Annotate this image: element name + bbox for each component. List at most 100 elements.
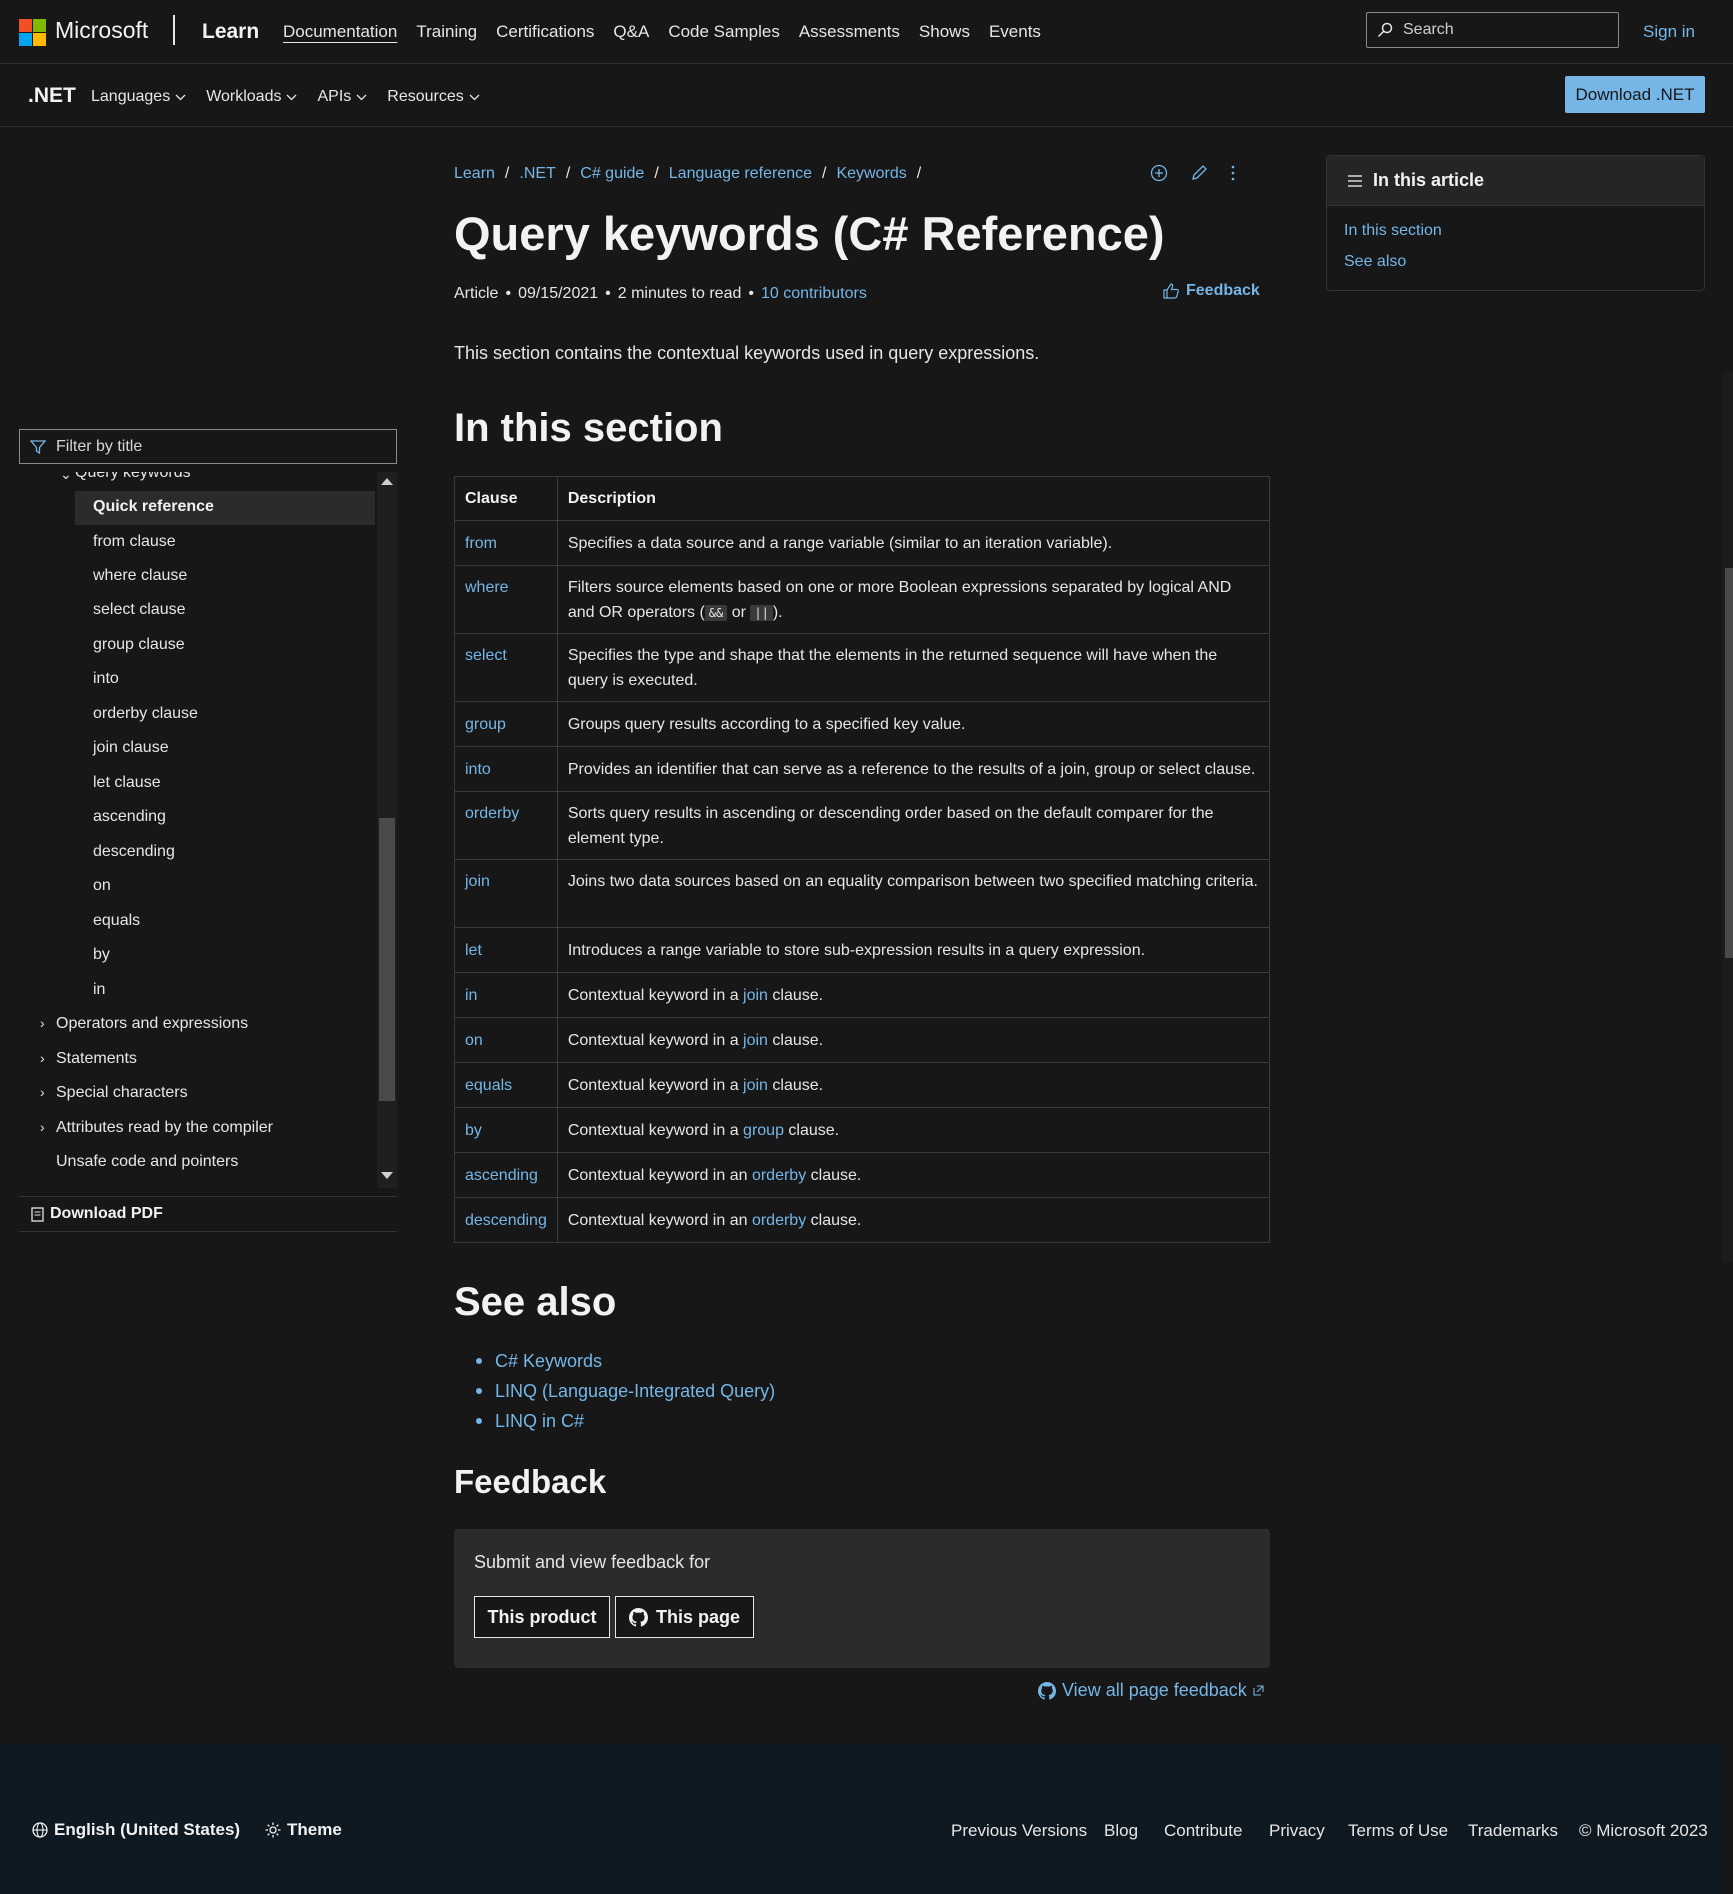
chevron-right-icon[interactable]: ›	[40, 1119, 45, 1135]
nav-assessments[interactable]: Assessments	[799, 22, 900, 42]
inline-link[interactable]: join	[743, 1032, 768, 1049]
feedback-this-product-button[interactable]: This product	[474, 1596, 610, 1638]
clause-link[interactable]: select	[454, 633, 558, 702]
theme-selector[interactable]: Theme	[265, 1820, 342, 1840]
clause-link[interactable]: by	[454, 1107, 558, 1153]
see-also-link-linq[interactable]: LINQ (Language-Integrated Query)	[495, 1381, 775, 1402]
toc-item-query-keywords[interactable]: Query keywords	[75, 472, 191, 482]
nav-certifications[interactable]: Certifications	[496, 22, 594, 42]
page-scrollbar-thumb[interactable]	[1725, 568, 1733, 958]
footer-link-terms[interactable]: Terms of Use	[1348, 1821, 1448, 1841]
clause-link[interactable]: equals	[454, 1062, 558, 1108]
more-vertical-icon[interactable]	[1230, 164, 1236, 182]
view-all-feedback-link[interactable]: View all page feedback	[1038, 1680, 1264, 1701]
scroll-up-arrow-icon[interactable]	[381, 478, 393, 485]
menu-resources[interactable]: Resources	[387, 88, 480, 106]
toc-scrollbar-thumb[interactable]	[379, 818, 395, 1101]
download-dotnet-button[interactable]: Download .NET	[1565, 76, 1705, 113]
toc-item-quick-reference[interactable]: Quick reference	[93, 498, 214, 516]
nav-shows[interactable]: Shows	[919, 22, 970, 42]
inline-link[interactable]: join	[743, 987, 768, 1004]
toc-item-attributes[interactable]: Attributes read by the compiler	[56, 1119, 273, 1137]
toc-item-on[interactable]: on	[93, 877, 111, 895]
add-collection-icon[interactable]	[1150, 164, 1168, 182]
toc-item-by[interactable]: by	[93, 946, 110, 964]
search-input[interactable]	[1401, 20, 1595, 40]
pencil-icon[interactable]	[1190, 164, 1208, 182]
toc-item-unsafe-code[interactable]: Unsafe code and pointers	[56, 1153, 238, 1171]
toc-item-statements[interactable]: Statements	[56, 1050, 137, 1068]
breadcrumb-learn[interactable]: Learn	[454, 165, 495, 183]
clause-link[interactable]: into	[454, 746, 558, 792]
toc-item-equals[interactable]: equals	[93, 912, 140, 930]
clause-link[interactable]: let	[454, 927, 558, 973]
scroll-down-arrow-icon[interactable]	[381, 1172, 393, 1179]
see-also-link-linq-in-csharp[interactable]: LINQ in C#	[495, 1411, 584, 1432]
clause-link[interactable]: ascending	[454, 1152, 558, 1198]
footer-link-trademarks[interactable]: Trademarks	[1468, 1821, 1558, 1841]
menu-languages[interactable]: Languages	[91, 88, 186, 106]
inline-link[interactable]: orderby	[752, 1167, 806, 1184]
nav-code-samples[interactable]: Code Samples	[668, 22, 780, 42]
contributors-link[interactable]: 10 contributors	[761, 285, 867, 303]
microsoft-logo-icon[interactable]	[19, 19, 46, 46]
clause-link[interactable]: orderby	[454, 791, 558, 860]
breadcrumb-language-reference[interactable]: Language reference	[669, 165, 812, 183]
footer-link-previous-versions[interactable]: Previous Versions	[951, 1821, 1087, 1841]
feedback-link[interactable]: Feedback	[1163, 282, 1260, 300]
nav-events[interactable]: Events	[989, 22, 1041, 42]
feedback-this-page-button[interactable]: This page	[615, 1596, 754, 1638]
toc-filter[interactable]	[19, 429, 397, 464]
inline-link[interactable]: group	[743, 1122, 784, 1139]
clause-link[interactable]: where	[454, 565, 558, 634]
download-pdf-link[interactable]: Download PDF	[19, 1196, 397, 1232]
toc-item-select-clause[interactable]: select clause	[93, 601, 186, 619]
footer-link-contribute[interactable]: Contribute	[1164, 1821, 1242, 1841]
nav-qa[interactable]: Q&A	[613, 22, 649, 42]
see-also-link-csharp-keywords[interactable]: C# Keywords	[495, 1351, 602, 1372]
footer-link-blog[interactable]: Blog	[1104, 1821, 1138, 1841]
clause-link[interactable]: from	[454, 520, 558, 566]
menu-workloads[interactable]: Workloads	[206, 88, 297, 106]
breadcrumb-keywords[interactable]: Keywords	[836, 165, 906, 183]
toc-item-into[interactable]: into	[93, 670, 119, 688]
nav-documentation[interactable]: Documentation	[283, 22, 397, 42]
chevron-down-icon[interactable]: ⌄	[60, 472, 72, 483]
rail-link-see-also[interactable]: See also	[1344, 253, 1406, 271]
toc-item-orderby-clause[interactable]: orderby clause	[93, 705, 198, 723]
toc-item-where-clause[interactable]: where clause	[93, 567, 187, 585]
search-box[interactable]	[1366, 12, 1619, 48]
clause-link[interactable]: descending	[454, 1197, 558, 1243]
chevron-right-icon[interactable]: ›	[40, 1015, 45, 1031]
toc-item-operators[interactable]: Operators and expressions	[56, 1015, 248, 1033]
filter-input[interactable]	[54, 436, 378, 457]
breadcrumb-dotnet[interactable]: .NET	[519, 165, 555, 183]
clause-link[interactable]: in	[454, 972, 558, 1018]
toc-item-join-clause[interactable]: join clause	[93, 739, 169, 757]
inline-link[interactable]: join	[743, 1077, 768, 1094]
footer-link-privacy[interactable]: Privacy	[1269, 1821, 1325, 1841]
inline-link[interactable]: orderby	[752, 1212, 806, 1229]
microsoft-brand[interactable]: Microsoft	[55, 17, 148, 44]
breadcrumb-csharp-guide[interactable]: C# guide	[580, 165, 644, 183]
toc-item-from-clause[interactable]: from clause	[93, 533, 176, 551]
clause-description: Contextual keyword in a group clause.	[556, 1107, 1271, 1153]
sign-in-link[interactable]: Sign in	[1643, 22, 1695, 42]
clause-link[interactable]: group	[454, 701, 558, 747]
toc-item-group-clause[interactable]: group clause	[93, 636, 185, 654]
chevron-right-icon[interactable]: ›	[40, 1084, 45, 1100]
menu-apis[interactable]: APIs	[317, 88, 367, 106]
toc-item-ascending[interactable]: ascending	[93, 808, 166, 826]
toc-item-in[interactable]: in	[93, 981, 105, 999]
toc-item-let-clause[interactable]: let clause	[93, 774, 161, 792]
clause-link[interactable]: on	[454, 1017, 558, 1063]
rail-link-in-this-section[interactable]: In this section	[1344, 222, 1442, 240]
toc-item-descending[interactable]: descending	[93, 843, 175, 861]
product-title[interactable]: .NET	[28, 84, 76, 108]
learn-home-link[interactable]: Learn	[202, 20, 259, 44]
nav-training[interactable]: Training	[416, 22, 477, 42]
chevron-right-icon[interactable]: ›	[40, 1050, 45, 1066]
clause-link[interactable]: join	[454, 859, 558, 928]
toc-item-special-characters[interactable]: Special characters	[56, 1084, 188, 1102]
language-selector[interactable]: English (United States)	[32, 1820, 240, 1840]
